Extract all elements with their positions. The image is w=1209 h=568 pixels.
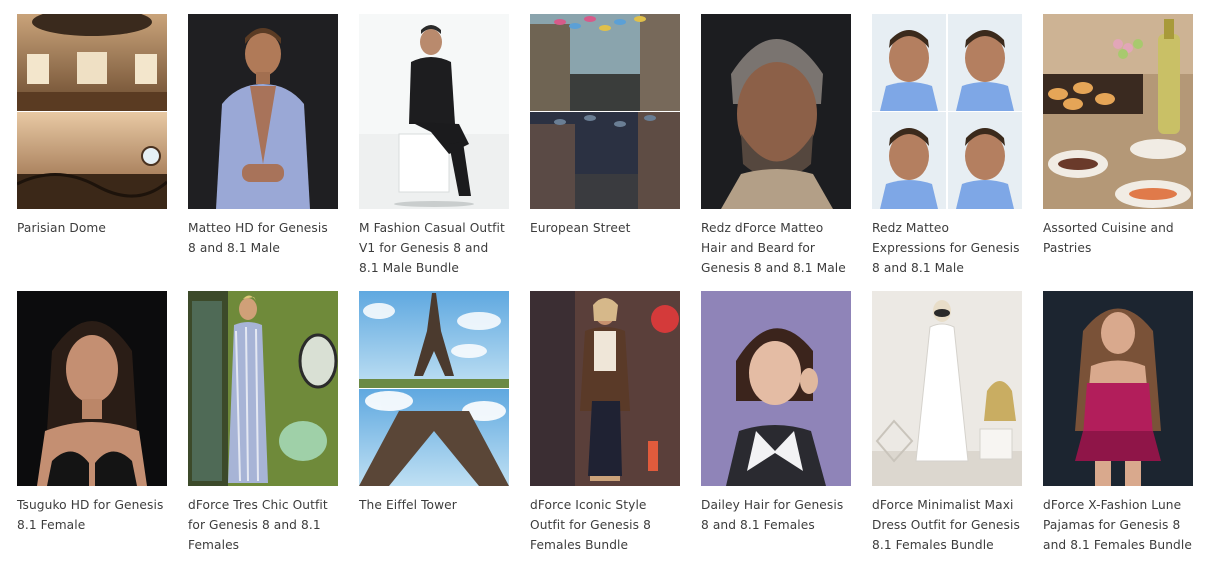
product-thumbnail[interactable] — [188, 291, 338, 486]
product-thumbnail[interactable] — [872, 14, 1022, 209]
product-title[interactable]: Tsuguko HD for Genesis 8.1 Female — [17, 495, 167, 535]
product-thumbnail[interactable] — [1043, 14, 1193, 209]
product-card-redz-expressions[interactable]: Redz Matteo Expressions for Genesis 8 an… — [872, 14, 1022, 291]
product-thumbnail[interactable] — [359, 14, 509, 209]
product-card-parisian-dome[interactable]: Parisian Dome — [17, 14, 167, 291]
product-card-minimalist-maxi[interactable]: dForce Minimalist Maxi Dress Outfit for … — [872, 291, 1022, 568]
product-card-cuisine-pastries[interactable]: Assorted Cuisine and Pastries — [1043, 14, 1193, 291]
product-title[interactable]: Matteo HD for Genesis 8 and 8.1 Male — [188, 218, 338, 258]
product-title[interactable]: Parisian Dome — [17, 218, 167, 238]
product-title[interactable]: M Fashion Casual Outfit V1 for Genesis 8… — [359, 218, 509, 278]
product-card-european-street[interactable]: European Street — [530, 14, 680, 291]
product-thumbnail[interactable] — [701, 14, 851, 209]
product-card-tres-chic[interactable]: dForce Tres Chic Outfit for Genesis 8 an… — [188, 291, 338, 568]
product-title[interactable]: Redz Matteo Expressions for Genesis 8 an… — [872, 218, 1022, 278]
product-card-dailey-hair[interactable]: Dailey Hair for Genesis 8 and 8.1 Female… — [701, 291, 851, 568]
product-title[interactable]: Redz dForce Matteo Hair and Beard for Ge… — [701, 218, 851, 278]
product-card-redz-hair-beard[interactable]: Redz dForce Matteo Hair and Beard for Ge… — [701, 14, 851, 291]
product-card-eiffel-tower[interactable]: The Eiffel Tower — [359, 291, 509, 568]
product-thumbnail[interactable] — [701, 291, 851, 486]
product-thumbnail[interactable] — [17, 14, 167, 209]
product-row: Parisian Dome Matteo HD for Genesis 8 an… — [17, 14, 1197, 291]
product-title[interactable]: dForce Minimalist Maxi Dress Outfit for … — [872, 495, 1022, 555]
product-row: Tsuguko HD for Genesis 8.1 Female dForce… — [17, 291, 1197, 568]
product-card-m-fashion-casual[interactable]: M Fashion Casual Outfit V1 for Genesis 8… — [359, 14, 509, 291]
product-title[interactable]: dForce Tres Chic Outfit for Genesis 8 an… — [188, 495, 338, 555]
product-grid: Parisian Dome Matteo HD for Genesis 8 an… — [17, 14, 1197, 568]
product-thumbnail[interactable] — [872, 291, 1022, 486]
product-title[interactable]: Assorted Cuisine and Pastries — [1043, 218, 1193, 258]
product-title[interactable]: European Street — [530, 218, 680, 238]
product-thumbnail[interactable] — [530, 14, 680, 209]
product-title[interactable]: dForce X-Fashion Lune Pajamas for Genesi… — [1043, 495, 1193, 555]
product-card-lune-pajamas[interactable]: dForce X-Fashion Lune Pajamas for Genesi… — [1043, 291, 1193, 568]
product-title[interactable]: dForce Iconic Style Outfit for Genesis 8… — [530, 495, 680, 555]
product-card-tsuguko-hd[interactable]: Tsuguko HD for Genesis 8.1 Female — [17, 291, 167, 568]
product-thumbnail[interactable] — [530, 291, 680, 486]
product-card-matteo-hd[interactable]: Matteo HD for Genesis 8 and 8.1 Male — [188, 14, 338, 291]
product-thumbnail[interactable] — [188, 14, 338, 209]
product-card-iconic-style[interactable]: dForce Iconic Style Outfit for Genesis 8… — [530, 291, 680, 568]
product-title[interactable]: The Eiffel Tower — [359, 495, 509, 515]
product-thumbnail[interactable] — [1043, 291, 1193, 486]
product-thumbnail[interactable] — [359, 291, 509, 486]
product-thumbnail[interactable] — [17, 291, 167, 486]
product-title[interactable]: Dailey Hair for Genesis 8 and 8.1 Female… — [701, 495, 851, 535]
